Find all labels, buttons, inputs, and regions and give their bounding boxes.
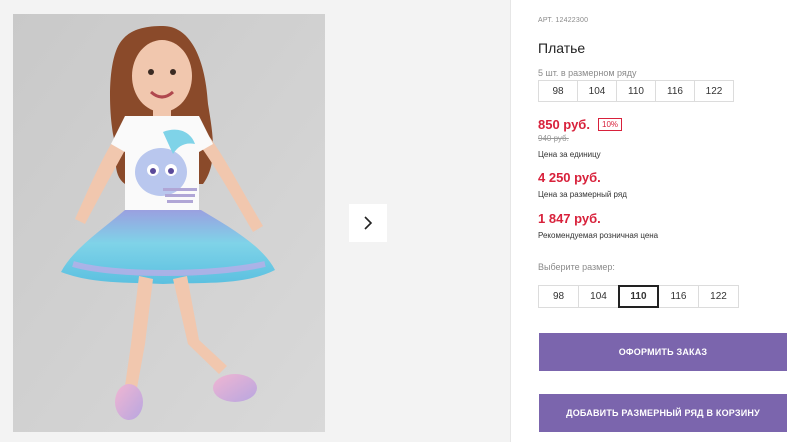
product-gallery [0, 0, 511, 442]
pack-size-cell: 104 [577, 80, 617, 102]
pack-sizes-row: 98 104 110 116 122 [538, 80, 734, 102]
size-option-98[interactable]: 98 [538, 285, 579, 308]
size-option-110[interactable]: 110 [618, 285, 659, 308]
size-option-104[interactable]: 104 [578, 285, 619, 308]
size-option-116[interactable]: 116 [658, 285, 699, 308]
size-option-122[interactable]: 122 [698, 285, 739, 308]
pack-size-cell: 116 [655, 80, 695, 102]
size-selector: 98 104 110 116 122 [538, 285, 739, 308]
pack-size-cell: 110 [616, 80, 656, 102]
pack-price-caption: Цена за размерный ряд [538, 190, 627, 199]
next-image-button[interactable] [349, 204, 387, 242]
pack-size-label: 5 шт. в размерном ряду [538, 68, 637, 78]
place-order-button[interactable]: ОФОРМИТЬ ЗАКАЗ [539, 333, 787, 371]
chevron-right-icon [364, 216, 373, 230]
unit-price: 850 руб. [538, 117, 590, 132]
retail-price: 1 847 руб. [538, 211, 601, 226]
pack-size-cell: 98 [538, 80, 578, 102]
pack-size-cell: 122 [694, 80, 734, 102]
add-pack-to-cart-button[interactable]: ДОБАВИТЬ РАЗМЕРНЫЙ РЯД В КОРЗИНУ [539, 394, 787, 432]
choose-size-label: Выберите размер: [538, 262, 615, 272]
discount-badge: 10% [598, 118, 623, 131]
retail-price-caption: Рекомендуемая розничная цена [538, 231, 659, 240]
product-title: Платье [538, 40, 586, 56]
unit-price-caption: Цена за единицу [538, 150, 601, 159]
old-price: 940 руб. [538, 134, 569, 143]
pack-price: 4 250 руб. [538, 170, 601, 185]
product-photo[interactable] [13, 14, 325, 432]
article-number: АРТ. 12422300 [538, 17, 589, 24]
